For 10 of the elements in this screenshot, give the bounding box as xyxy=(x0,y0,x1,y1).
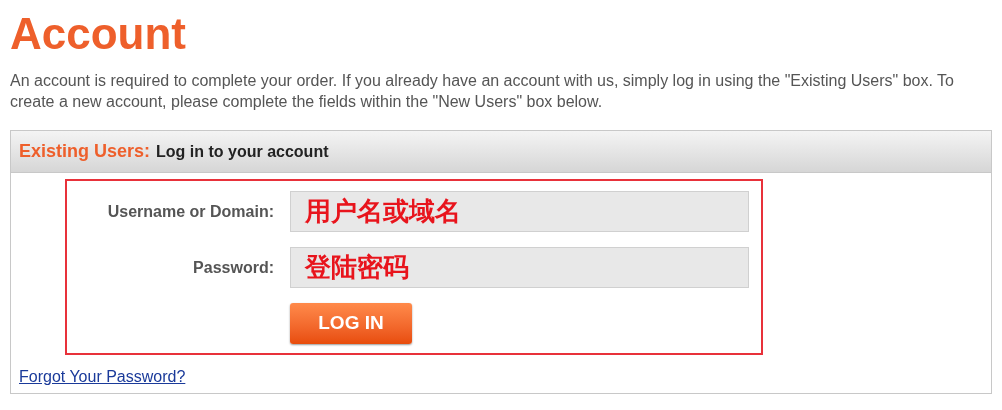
panel-subheading: Log in to your account xyxy=(156,141,329,162)
field-label: Password: xyxy=(192,257,274,278)
page-title: Account xyxy=(10,8,187,60)
login-button[interactable]: LOG IN xyxy=(290,303,412,344)
field-label: Username or Domain: xyxy=(106,201,274,222)
input-field[interactable]: 用户名或域名 xyxy=(290,191,749,232)
intro-text: An account is required to complete your order. If you already have an account with us, simply log in using the "Existing Users" box. To create a new account, please complete the fields within the "New Users" box below. xyxy=(10,71,955,112)
panel-heading: Existing Users: xyxy=(19,140,151,163)
forgot-password-link[interactable]: Forgot Your Password? xyxy=(19,365,186,389)
input-field[interactable]: 登陆密码 xyxy=(290,247,749,288)
